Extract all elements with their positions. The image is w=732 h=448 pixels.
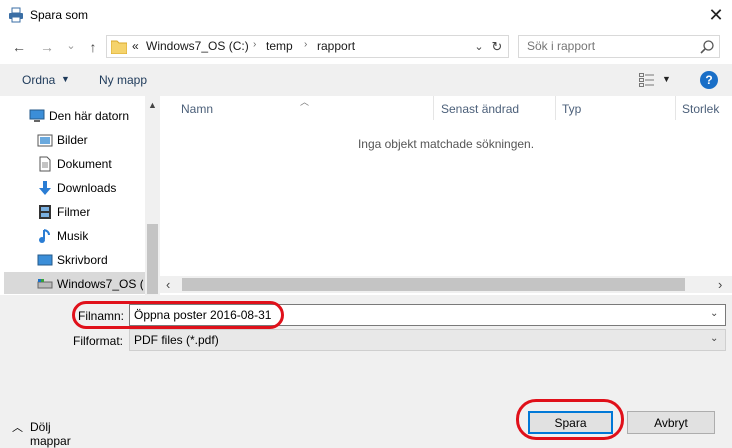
- sidebar-item-drive-c[interactable]: Windows7_OS (C: [0, 272, 145, 296]
- scroll-right-icon[interactable]: ›: [718, 277, 722, 292]
- close-icon: ✕: [708, 4, 724, 25]
- breadcrumb-temp[interactable]: temp: [266, 39, 293, 53]
- forward-arrow-icon: →: [40, 39, 54, 55]
- refresh-icon: ↻: [491, 38, 503, 54]
- recent-locations-button[interactable]: ⌄: [62, 37, 80, 53]
- sort-ascending-icon: ︿: [300, 97, 310, 107]
- sidebar-item-label: Downloads: [57, 181, 117, 195]
- breadcrumb-rapport[interactable]: rapport: [317, 39, 355, 53]
- command-toolbar: Ordna ▼ Ny mapp ▼ ?: [0, 64, 732, 96]
- videos-icon: [39, 205, 51, 219]
- save-button[interactable]: Spara: [528, 411, 613, 434]
- sidebar-item-label: Windows7_OS (C: [57, 277, 143, 291]
- downloads-icon: [39, 181, 51, 195]
- sidebar-item-label: Den här datorn: [49, 109, 130, 123]
- scroll-up-icon[interactable]: ▲: [145, 98, 160, 112]
- caret-down-icon: ▼: [61, 74, 70, 84]
- sidebar-item-label: Filmer: [57, 205, 91, 219]
- printer-icon: [9, 7, 23, 23]
- breadcrumb-separator[interactable]: ›: [253, 39, 256, 50]
- chevron-down-icon: ⌄: [66, 39, 76, 52]
- navigation-pane: Den här datorn Bilder Dokument Downloads…: [0, 96, 160, 295]
- organize-button[interactable]: Ordna: [22, 73, 55, 87]
- up-folder-button[interactable]: ↑: [84, 39, 102, 55]
- desktop-icon: [37, 254, 53, 266]
- column-header-type[interactable]: Typ: [562, 102, 581, 116]
- chevron-down-icon[interactable]: ⌄: [710, 333, 718, 344]
- filetype-label: Filformat:: [73, 334, 124, 348]
- column-header-size[interactable]: Storlek: [682, 102, 719, 116]
- chevron-down-icon: ⌄: [474, 41, 484, 53]
- caret-down-icon[interactable]: ▼: [662, 74, 671, 84]
- window-title: Spara som: [30, 8, 89, 22]
- sidebar-item-dokument[interactable]: Dokument: [0, 152, 145, 176]
- filename-label: Filnamn:: [78, 309, 125, 323]
- view-options-icon[interactable]: [639, 73, 655, 87]
- column-divider[interactable]: [433, 96, 434, 120]
- breadcrumb-separator[interactable]: ›: [304, 39, 307, 50]
- search-input[interactable]: [527, 39, 697, 53]
- search-icon: [700, 40, 714, 54]
- scrollbar-thumb[interactable]: [182, 278, 685, 291]
- sidebar-item-label: Skrivbord: [57, 253, 108, 267]
- scroll-left-icon[interactable]: ‹: [166, 277, 170, 292]
- search-box[interactable]: [518, 35, 720, 58]
- scrollbar-thumb[interactable]: [147, 224, 158, 294]
- column-divider[interactable]: [675, 96, 676, 120]
- column-header-name[interactable]: Namn: [181, 102, 213, 116]
- sidebar-item-label: Musik: [57, 229, 89, 243]
- sidebar-item-musik[interactable]: Musik: [0, 224, 145, 248]
- sidebar-item-bilder[interactable]: Bilder: [0, 128, 145, 152]
- save-options-panel: Filnamn: ⌄ Filformat: PDF files (*.pdf) …: [0, 295, 732, 448]
- sidebar-item-label: Dokument: [57, 157, 112, 171]
- address-bar[interactable]: « Windows7_OS (C:) › temp › rapport ⌄ ↻: [106, 35, 509, 58]
- drive-icon: [37, 279, 53, 289]
- breadcrumb-drive[interactable]: Windows7_OS (C:): [146, 39, 249, 53]
- sidebar-item-this-pc[interactable]: Den här datorn: [0, 104, 145, 128]
- filetype-value: PDF files (*.pdf): [134, 333, 219, 347]
- filetype-select[interactable]: PDF files (*.pdf) ⌄: [129, 329, 726, 351]
- address-dropdown-button[interactable]: ⌄: [471, 38, 487, 55]
- empty-result-message: Inga objekt matchade sökningen.: [357, 137, 535, 151]
- navigation-bar: ← → ⌄ ↑ « Windows7_OS (C:) › temp › rapp…: [0, 30, 732, 64]
- title-bar: Spara som ✕: [0, 0, 732, 30]
- sidebar-item-filmer[interactable]: Filmer: [0, 200, 145, 224]
- sidebar-item-downloads[interactable]: Downloads: [0, 176, 145, 200]
- file-list-horizontal-scrollbar[interactable]: ‹ ›: [160, 276, 732, 293]
- pictures-icon: [37, 134, 53, 147]
- column-divider[interactable]: [555, 96, 556, 120]
- file-list: ︿ Namn Senast ändrad Typ Storlek Inga ob…: [160, 96, 732, 276]
- chevron-up-icon: ︿: [12, 422, 23, 434]
- help-icon[interactable]: ?: [700, 71, 718, 89]
- back-button[interactable]: ←: [10, 39, 28, 55]
- computer-icon: [29, 109, 45, 122]
- hide-folders-label: Dölj mappar: [30, 420, 71, 448]
- sidebar-item-skrivbord[interactable]: Skrivbord: [0, 248, 145, 272]
- chevron-down-icon[interactable]: ⌄: [710, 308, 718, 319]
- refresh-button[interactable]: ↻: [487, 37, 507, 56]
- close-button[interactable]: ✕: [704, 3, 728, 27]
- folder-icon: [111, 40, 127, 54]
- filename-combobox[interactable]: ⌄: [129, 304, 726, 326]
- breadcrumb-overflow[interactable]: «: [132, 39, 139, 53]
- sidebar-item-label: Bilder: [57, 133, 88, 147]
- music-icon: [39, 229, 50, 243]
- column-header-modified[interactable]: Senast ändrad: [441, 102, 519, 116]
- cancel-button[interactable]: Avbryt: [627, 411, 715, 434]
- documents-icon: [39, 156, 51, 172]
- forward-button[interactable]: →: [38, 39, 56, 55]
- filename-input[interactable]: [134, 308, 704, 322]
- up-arrow-icon: ↑: [89, 39, 97, 55]
- navigation-pane-scrollbar[interactable]: ▲: [145, 96, 160, 295]
- back-arrow-icon: ←: [12, 39, 26, 55]
- new-folder-button[interactable]: Ny mapp: [99, 73, 147, 87]
